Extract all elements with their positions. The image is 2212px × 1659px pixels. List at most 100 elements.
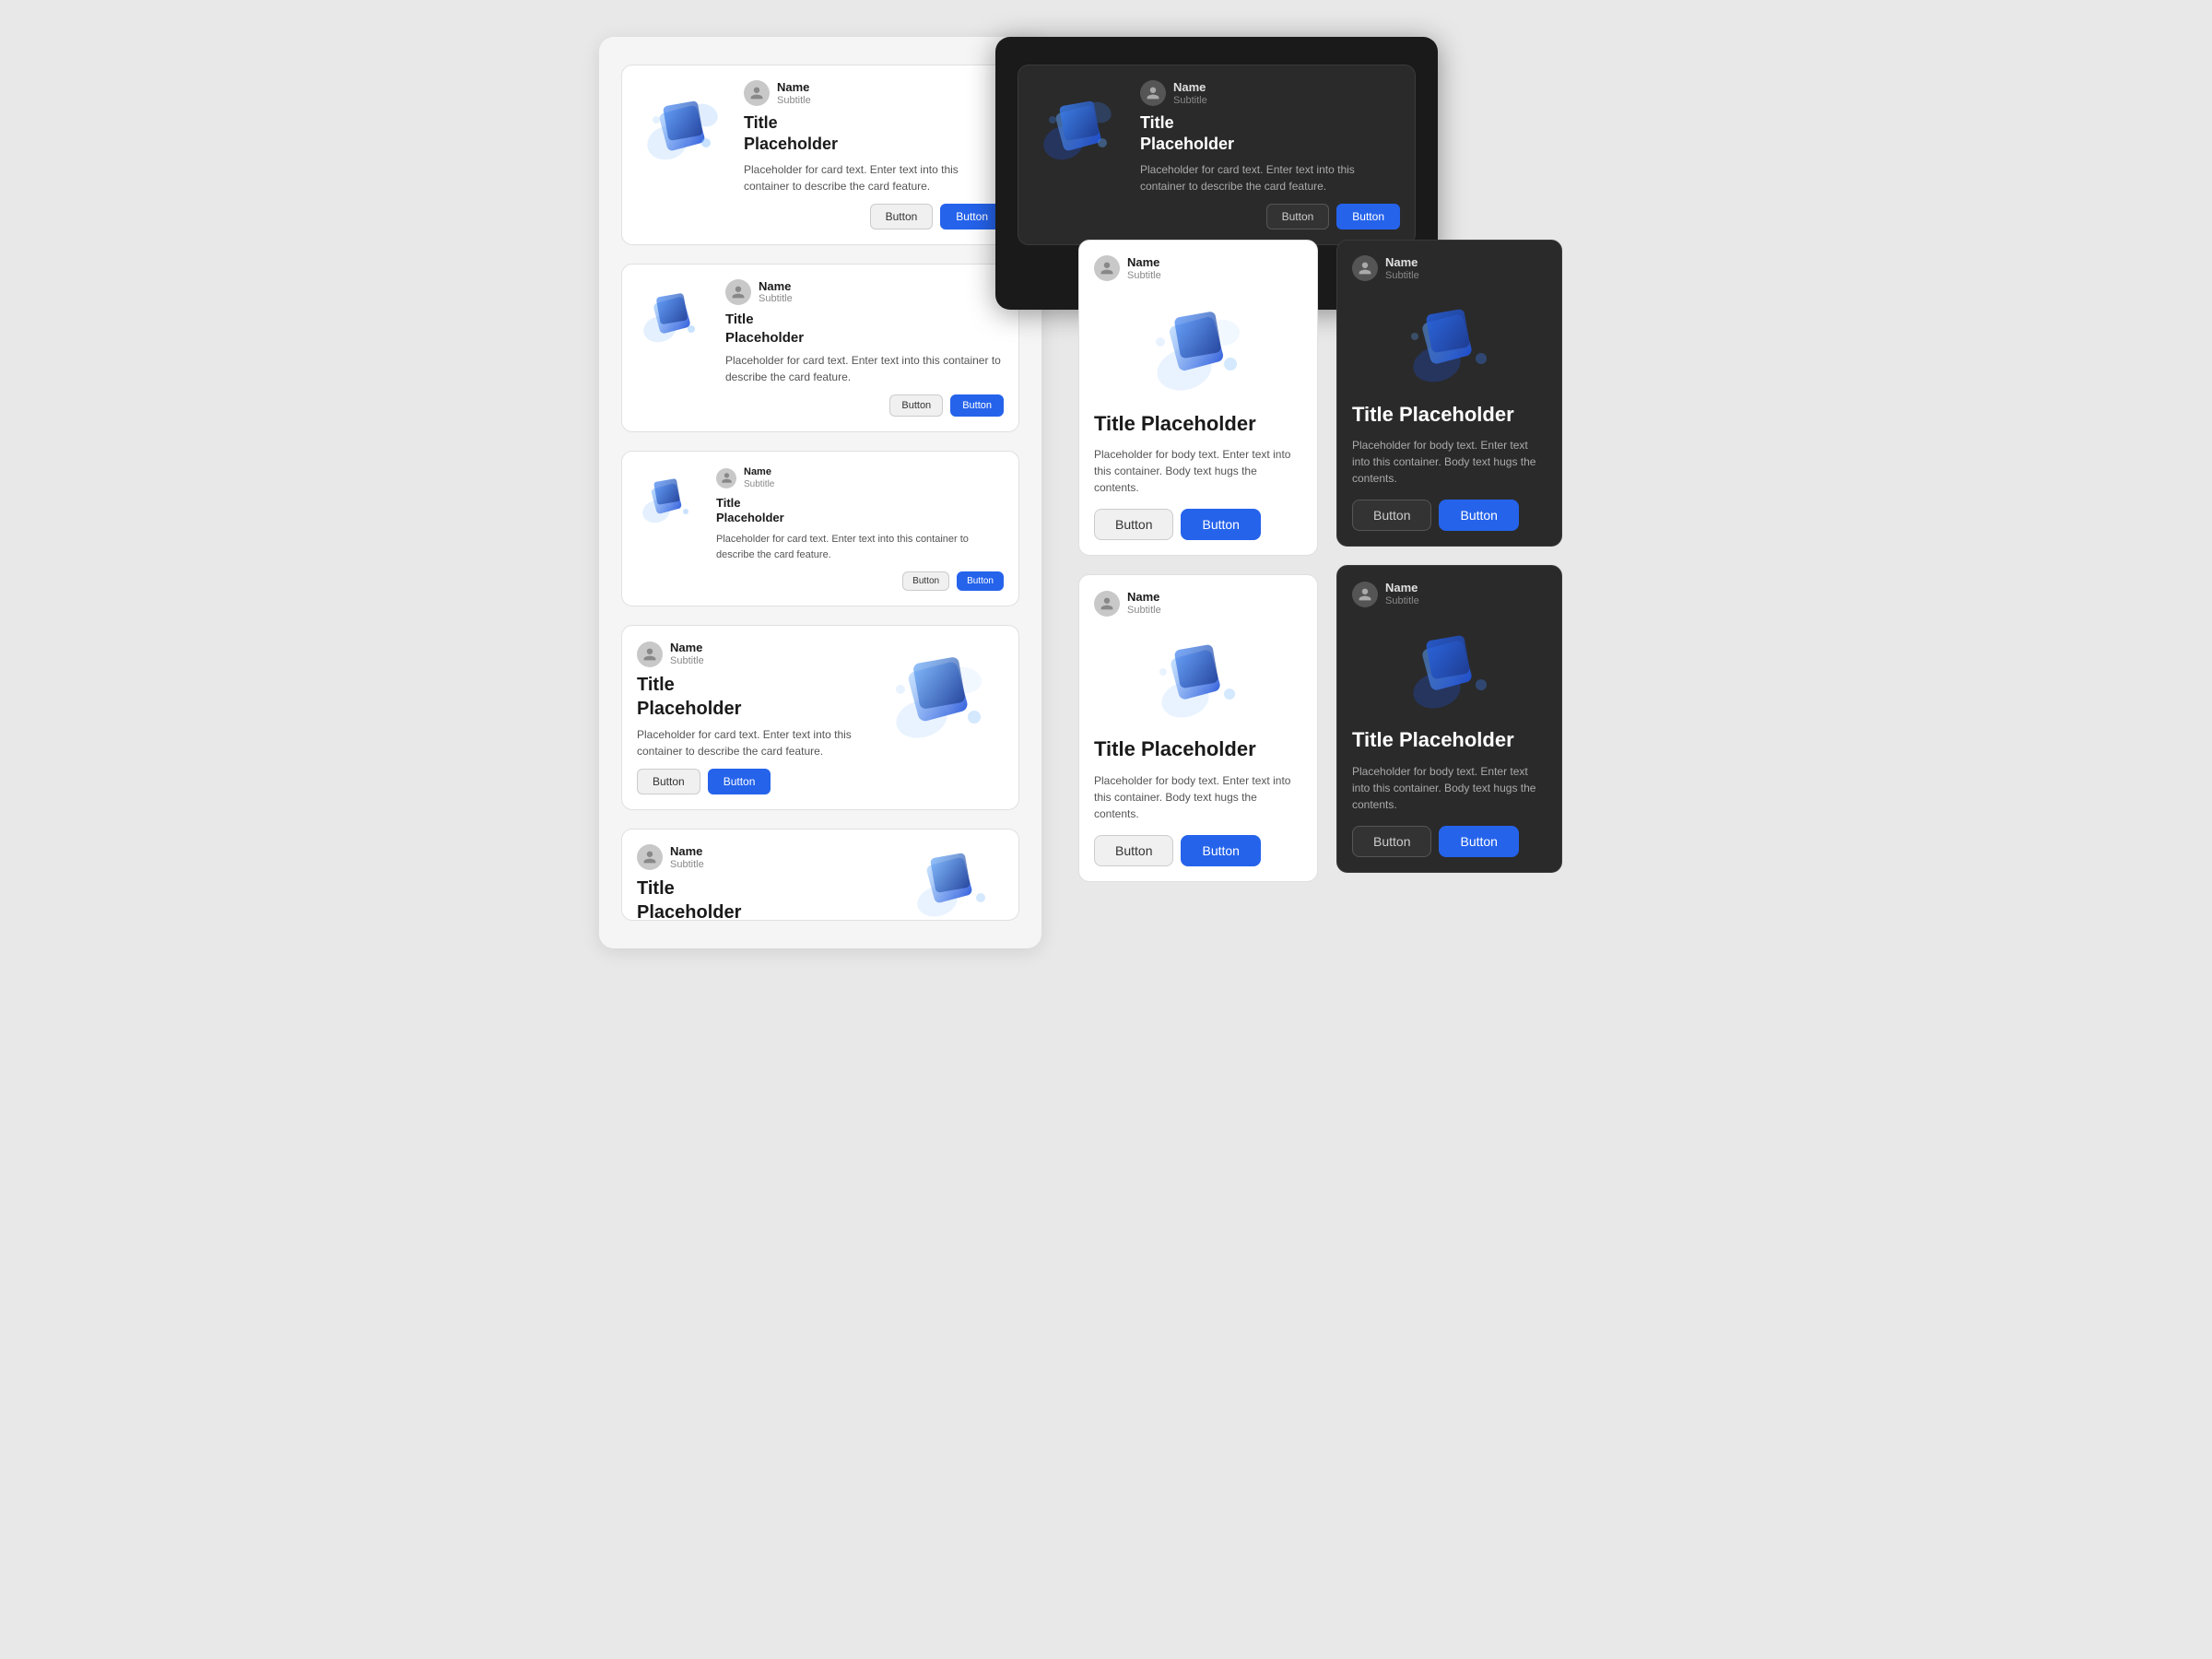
card-v2-subtitle: Subtitle (1127, 605, 1161, 617)
card-v1-btn-outline[interactable]: Button (1094, 509, 1173, 540)
card-2-content: Name Subtitle TitlePlaceholder Placehold… (725, 279, 1004, 418)
card-2-light: Name Subtitle TitlePlaceholder Placehold… (621, 264, 1019, 433)
card-2-user-info: Name Subtitle (759, 279, 793, 306)
card-vd1-image (1352, 291, 1547, 393)
card-1-dark: Name Subtitle TitlePlaceholder Placehold… (1018, 65, 1416, 245)
card-vd1: Name Subtitle (1336, 240, 1562, 547)
card-v1-subtitle: Subtitle (1127, 270, 1161, 282)
card-v1-user-info: Name Subtitle (1127, 255, 1161, 282)
card-v1-btn-primary[interactable]: Button (1181, 509, 1260, 540)
card-v2-avatar (1094, 591, 1120, 617)
page-wrapper: Name Subtitle TitlePlaceholder Placehold… (599, 37, 1613, 948)
card-1-title: TitlePlaceholder (744, 112, 1004, 156)
card-4-name: Name (670, 641, 704, 655)
card-1-btn-row: Button Button (744, 204, 1004, 229)
card-vd1-btn-row: Button Button (1352, 500, 1547, 531)
card-v2-btn-outline[interactable]: Button (1094, 835, 1173, 866)
card-5-avatar (637, 844, 663, 870)
card-vd1-avatar (1352, 255, 1378, 281)
card-3-content: Name Subtitle TitlePlaceholder Placehold… (716, 466, 1004, 591)
card-vd1-subtitle: Subtitle (1385, 270, 1419, 282)
card-v1-title: Title Placeholder (1094, 411, 1302, 438)
card-vd1-body: Placeholder for body text. Enter text in… (1352, 437, 1547, 487)
card-5-image (912, 844, 1004, 921)
card-5-light: Name Subtitle TitlePlaceholder (621, 829, 1019, 921)
left-panel: Name Subtitle TitlePlaceholder Placehold… (599, 37, 1041, 948)
card-vd2-name: Name (1385, 581, 1419, 595)
card-vd2-user-info: Name Subtitle (1385, 581, 1419, 607)
card-4-user-row: Name Subtitle (637, 641, 865, 667)
card-vd1-btn-outline[interactable]: Button (1352, 500, 1431, 531)
card-2-name: Name (759, 279, 793, 294)
card-1-dark-btn-row: Button Button (1140, 204, 1400, 229)
card-1-user-info: Name Subtitle (777, 80, 811, 107)
card-v2-name: Name (1127, 590, 1161, 605)
card-v2-title: Title Placeholder (1094, 736, 1302, 763)
card-1-btn-outline[interactable]: Button (870, 204, 934, 229)
card-v2-user-row: Name Subtitle (1094, 590, 1302, 617)
card-vd1-user-info: Name Subtitle (1385, 255, 1419, 282)
card-2-body: Placeholder for card text. Enter text in… (725, 352, 1004, 385)
card-1-dark-body: Placeholder for card text. Enter text in… (1140, 161, 1400, 194)
card-1-dark-title: TitlePlaceholder (1140, 112, 1400, 156)
card-4-btn-row: Button Button (637, 769, 865, 794)
card-1-btn-primary[interactable]: Button (940, 204, 1004, 229)
card-vd2: Name Subtitle (1336, 565, 1562, 872)
card-2-btn-row: Button Button (725, 394, 1004, 417)
card-1-dark-btn-outline[interactable]: Button (1266, 204, 1330, 229)
card-3-avatar (716, 468, 736, 488)
card-vd1-name: Name (1385, 255, 1419, 270)
card-v1-btn-row: Button Button (1094, 509, 1302, 540)
card-v2-btn-primary[interactable]: Button (1181, 835, 1260, 866)
card-4-btn-outline[interactable]: Button (637, 769, 700, 794)
card-1-dark-btn-primary[interactable]: Button (1336, 204, 1400, 229)
card-4-user-info: Name Subtitle (670, 641, 704, 667)
far-right-column: Name Subtitle (1336, 240, 1562, 873)
card-4-content: Name Subtitle TitlePlaceholder Placehold… (637, 641, 865, 794)
card-vd2-image (1352, 617, 1547, 718)
card-v2-body: Placeholder for body text. Enter text in… (1094, 772, 1302, 822)
card-v2-user-info: Name Subtitle (1127, 590, 1161, 617)
card-2-title: TitlePlaceholder (725, 311, 1004, 347)
card-4-avatar (637, 641, 663, 667)
card-vd2-btn-outline[interactable]: Button (1352, 826, 1431, 857)
card-1-dark-user-info: Name Subtitle (1173, 80, 1207, 107)
card-2-user-row: Name Subtitle (725, 279, 1004, 306)
card-v1-body: Placeholder for body text. Enter text in… (1094, 446, 1302, 496)
card-1-body: Placeholder for card text. Enter text in… (744, 161, 1004, 194)
card-4-btn-primary[interactable]: Button (708, 769, 771, 794)
card-4-image (884, 641, 1004, 751)
card-vd2-btn-primary[interactable]: Button (1439, 826, 1518, 857)
card-3-title: TitlePlaceholder (716, 496, 1004, 527)
card-3-btn-primary[interactable]: Button (957, 571, 1004, 591)
card-1-light: Name Subtitle TitlePlaceholder Placehold… (621, 65, 1019, 245)
card-2-image (637, 279, 711, 353)
card-3-subtitle: Subtitle (744, 479, 774, 490)
card-3-body: Placeholder for card text. Enter text in… (716, 532, 1004, 562)
card-1-dark-content: Name Subtitle TitlePlaceholder Placehold… (1140, 80, 1400, 229)
card-1-dark-subtitle: Subtitle (1173, 95, 1207, 107)
card-3-user-row: Name Subtitle (716, 466, 1004, 489)
card-3-btn-outline[interactable]: Button (902, 571, 949, 591)
card-v2-image (1094, 626, 1302, 727)
card-vd2-avatar (1352, 582, 1378, 607)
card-1-user-row: Name Subtitle (744, 80, 1004, 107)
card-3-btn-row: Button Button (716, 571, 1004, 591)
card-vd2-body: Placeholder for body text. Enter text in… (1352, 763, 1547, 813)
card-vd2-title: Title Placeholder (1352, 727, 1547, 754)
card-4-subtitle: Subtitle (670, 655, 704, 667)
card-2-btn-outline[interactable]: Button (889, 394, 943, 417)
card-vd1-btn-primary[interactable]: Button (1439, 500, 1518, 531)
card-5-title: TitlePlaceholder (637, 877, 893, 921)
card-5-user-info: Name Subtitle (670, 844, 704, 871)
card-1-dark-image (1033, 80, 1125, 172)
card-3-user-info: Name Subtitle (744, 466, 774, 489)
card-1-name: Name (777, 80, 811, 95)
card-4-body: Placeholder for card text. Enter text in… (637, 726, 865, 759)
card-2-btn-primary[interactable]: Button (950, 394, 1004, 417)
card-vd2-btn-row: Button Button (1352, 826, 1547, 857)
card-1-subtitle: Subtitle (777, 95, 811, 107)
card-v2-light: Name Subtitle (1078, 574, 1318, 881)
card-4-light: Name Subtitle TitlePlaceholder Placehold… (621, 625, 1019, 810)
card-3-image (637, 466, 701, 531)
